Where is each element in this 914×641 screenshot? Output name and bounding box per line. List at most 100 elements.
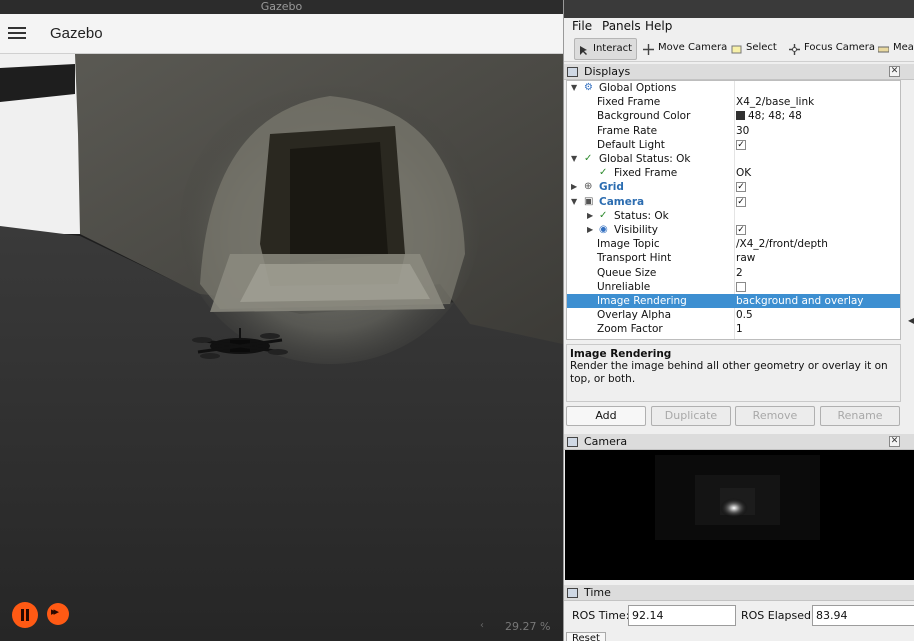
tree-row-value[interactable]: 2 xyxy=(736,266,743,280)
tree-row-zoom-factor[interactable]: Zoom Factor 1 xyxy=(567,322,900,336)
expand-right-icon[interactable]: ▶ xyxy=(571,180,577,194)
rviz-title-bar xyxy=(564,0,914,18)
close-icon[interactable]: ✕ xyxy=(889,436,900,447)
tree-row-status-fixed-frame[interactable]: ✓ Fixed Frame OK xyxy=(567,166,900,180)
displays-tree[interactable]: ▼ ⚙ Global Options Fixed Frame X4_2/base… xyxy=(566,80,901,340)
displays-panel-header: Displays ✕ xyxy=(564,64,914,80)
background-color-value: 48; 48; 48 xyxy=(748,110,802,123)
camera-panel-title: Camera xyxy=(584,435,628,448)
time-panel-title: Time xyxy=(584,586,611,599)
grid-enabled-checkbox[interactable]: ✓ xyxy=(736,182,746,193)
camera-icon: ▣ xyxy=(584,195,594,207)
tree-row-label: Overlay Alpha xyxy=(597,309,672,322)
check-icon: ✓ xyxy=(599,167,608,179)
tree-row-camera-status[interactable]: ▶ ✓ Status: Ok xyxy=(567,209,900,223)
tree-row-global-status[interactable]: ▼ ✓ Global Status: Ok xyxy=(567,152,900,166)
remove-button[interactable]: Remove xyxy=(735,406,815,426)
tool-select-label: Select xyxy=(746,42,777,53)
tree-row-label: Visibility xyxy=(614,224,659,236)
focus-icon xyxy=(789,43,800,55)
rviz-menu-bar: File Panels Help xyxy=(564,18,914,36)
tool-measure[interactable]: Meas xyxy=(875,38,914,60)
property-description: Image Rendering Render the image behind … xyxy=(566,344,901,402)
ros-time-label: ROS Time: xyxy=(572,609,630,622)
unreliable-checkbox[interactable] xyxy=(736,281,746,292)
tree-row-value[interactable]: 48; 48; 48 xyxy=(736,109,802,123)
tree-row-label: Fixed Frame xyxy=(597,96,661,109)
tree-row-value[interactable]: X4_2/base_link xyxy=(736,95,814,109)
gazebo-3d-viewport[interactable]: ‹ 29.27 % xyxy=(0,54,563,641)
expand-down-icon[interactable]: ▼ xyxy=(571,81,577,95)
tree-row-label: Camera xyxy=(599,195,645,208)
default-light-checkbox[interactable]: ✓ xyxy=(736,139,746,150)
tree-row-label: Image Topic xyxy=(597,238,660,251)
collapse-left-icon[interactable]: ◀ xyxy=(908,316,914,325)
chevron-left-icon[interactable]: ‹ xyxy=(480,620,484,631)
tree-row-value[interactable]: raw xyxy=(736,251,755,265)
tree-row-label: Unreliable xyxy=(597,280,651,293)
time-fields: ROS Time: 92.14 ROS Elapsed: 83.94 xyxy=(564,601,914,641)
tree-row-label: Default Light xyxy=(597,138,665,151)
pause-icon[interactable] xyxy=(12,602,38,628)
close-icon[interactable]: ✕ xyxy=(889,66,900,77)
ros-time-field[interactable]: 92.14 xyxy=(628,605,736,626)
rename-button[interactable]: Rename xyxy=(820,406,900,426)
ros-elapsed-label: ROS Elapsed: xyxy=(741,609,815,622)
gazebo-app-title: Gazebo xyxy=(50,25,103,42)
cave-scene-render xyxy=(0,54,563,641)
menu-panels[interactable]: Panels xyxy=(602,19,641,33)
tree-row-value[interactable]: 0.5 xyxy=(736,308,753,322)
expand-down-icon[interactable]: ▼ xyxy=(571,152,577,166)
expand-right-icon[interactable]: ▶ xyxy=(587,209,593,223)
tree-row-value[interactable]: 1 xyxy=(736,322,743,336)
fast-forward-icon[interactable] xyxy=(47,603,69,625)
tree-row-value[interactable]: 30 xyxy=(736,124,749,138)
tool-interact[interactable]: Interact xyxy=(574,38,638,60)
camera-enabled-checkbox[interactable]: ✓ xyxy=(736,196,746,207)
select-box-icon xyxy=(731,43,742,54)
expand-right-icon[interactable]: ▶ xyxy=(587,223,593,237)
tool-focus-camera[interactable]: Focus Camera xyxy=(786,38,879,60)
gazebo-app-bar: Gazebo xyxy=(0,14,563,54)
tool-move-camera-label: Move Camera xyxy=(658,42,728,53)
menu-file[interactable]: File xyxy=(572,19,592,33)
camera-panel-header: Camera ✕ xyxy=(564,434,914,450)
tree-row-image-topic[interactable]: Image Topic /X4_2/front/depth xyxy=(567,237,900,251)
hamburger-menu-icon[interactable] xyxy=(8,24,26,44)
time-panel-header: Time xyxy=(564,585,914,601)
displays-panel-title: Displays xyxy=(584,65,631,78)
visibility-checkbox[interactable]: ✓ xyxy=(736,225,746,235)
tree-row-label: Global Options xyxy=(599,82,677,94)
tree-row-label: Status: Ok xyxy=(614,209,669,222)
expand-down-icon[interactable]: ▼ xyxy=(571,195,577,209)
camera-image-view[interactable] xyxy=(565,450,914,580)
camera-icon xyxy=(567,437,578,447)
tree-row-value[interactable]: /X4_2/front/depth xyxy=(736,237,828,251)
tree-row-value[interactable]: background and overlay xyxy=(736,294,864,308)
tree-row-global-options[interactable]: ▼ ⚙ Global Options xyxy=(567,81,900,95)
duplicate-button[interactable]: Duplicate xyxy=(651,406,731,426)
gear-icon: ⚙ xyxy=(584,82,593,93)
menu-help[interactable]: Help xyxy=(645,19,672,33)
tree-row-transport-hint[interactable]: Transport Hint raw xyxy=(567,251,900,265)
tree-row-default-light[interactable]: Default Light ✓ xyxy=(567,138,900,152)
tree-row-unreliable[interactable]: Unreliable xyxy=(567,280,900,294)
tree-row-visibility[interactable]: ▶ ◉ Visibility ✓ xyxy=(567,223,900,237)
tree-row-grid[interactable]: ▶ ⊕ Grid ✓ xyxy=(567,180,900,194)
tool-move-camera[interactable]: Move Camera xyxy=(640,38,731,60)
tree-row-queue-size[interactable]: Queue Size 2 xyxy=(567,266,900,280)
tree-row-background-color[interactable]: Background Color 48; 48; 48 xyxy=(567,109,900,123)
tree-row-label: Fixed Frame xyxy=(614,167,678,180)
tree-row-image-rendering[interactable]: Image Rendering background and overlay xyxy=(567,294,900,309)
reset-button[interactable]: Reset xyxy=(566,632,606,641)
tree-row-fixed-frame[interactable]: Fixed Frame X4_2/base_link xyxy=(567,95,900,109)
tool-measure-label: Meas xyxy=(893,42,914,53)
tree-row-camera[interactable]: ▼ ▣ Camera ✓ xyxy=(567,195,900,209)
tool-select[interactable]: Select xyxy=(728,38,781,60)
tree-row-label: Transport Hint xyxy=(597,252,672,265)
tree-row-overlay-alpha[interactable]: Overlay Alpha 0.5 xyxy=(567,308,900,322)
ros-elapsed-field[interactable]: 83.94 xyxy=(812,605,914,626)
tree-row-label: Frame Rate xyxy=(597,124,658,137)
tree-row-frame-rate[interactable]: Frame Rate 30 xyxy=(567,124,900,138)
add-button[interactable]: Add xyxy=(566,406,646,426)
